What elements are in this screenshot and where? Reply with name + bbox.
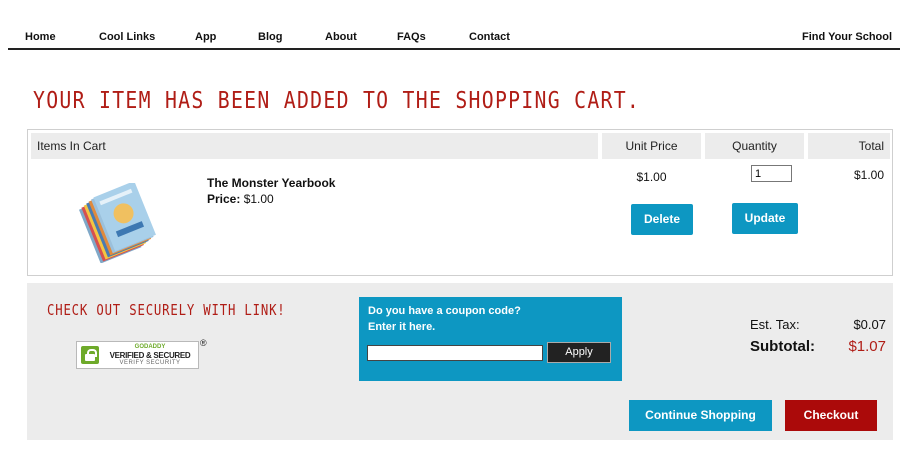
nav-find-your-school[interactable]: Find Your School — [802, 31, 892, 43]
page-title: Your item has been added to the shopping… — [33, 88, 641, 114]
product-price-label: Price: — [207, 192, 241, 206]
security-seal[interactable]: GODADDY VERIFIED & SECURED VERIFY SECURI… — [76, 341, 199, 369]
lock-icon — [81, 346, 99, 364]
registered-mark: ® — [200, 338, 207, 348]
nav-app[interactable]: App — [195, 31, 216, 43]
delete-button[interactable]: Delete — [631, 204, 693, 235]
nav-blog[interactable]: Blog — [258, 31, 282, 43]
seal-verify: VERIFY SECURITY — [119, 360, 181, 366]
coupon-instruction: Enter it here. — [368, 321, 436, 333]
quantity-input[interactable] — [751, 165, 792, 182]
header-unit-price: Unit Price — [602, 133, 701, 159]
apply-coupon-button[interactable]: Apply — [547, 342, 611, 363]
update-button[interactable]: Update — [732, 203, 798, 234]
product-name[interactable]: The Monster Yearbook — [207, 176, 335, 190]
total-value: $1.00 — [853, 168, 884, 182]
continue-shopping-button[interactable]: Continue Shopping — [629, 400, 772, 431]
est-tax-label: Est. Tax: — [750, 317, 800, 332]
nav-home[interactable]: Home — [25, 31, 56, 43]
checkout-panel: Check out securely with Link! GODADDY VE… — [27, 283, 893, 440]
nav-cool-links[interactable]: Cool Links — [99, 31, 155, 43]
header-total: Total — [808, 133, 890, 159]
seal-brand: GODADDY — [134, 344, 166, 350]
nav-faqs[interactable]: FAQs — [397, 31, 426, 43]
coupon-question: Do you have a coupon code? — [368, 305, 521, 317]
product-price: Price: $1.00 — [207, 192, 274, 206]
secure-checkout-title: Check out securely with Link! — [47, 301, 286, 319]
coupon-code-input[interactable] — [367, 345, 543, 361]
yearbook-stack-image — [78, 183, 156, 263]
subtotal-value: $1.07 — [848, 338, 886, 355]
coupon-box: Do you have a coupon code? Enter it here… — [359, 297, 622, 381]
unit-price-value: $1.00 — [636, 170, 667, 184]
top-nav: Home Cool Links App Blog About FAQs Cont… — [8, 0, 900, 50]
nav-about[interactable]: About — [325, 31, 357, 43]
checkout-button[interactable]: Checkout — [785, 400, 877, 431]
header-quantity: Quantity — [705, 133, 804, 159]
subtotal-label: Subtotal: — [750, 338, 815, 355]
cart-table: Items In Cart Unit Price Quantity Total … — [27, 129, 893, 276]
product-price-value: $1.00 — [243, 192, 274, 206]
nav-contact[interactable]: Contact — [469, 31, 510, 43]
header-items-in-cart: Items In Cart — [31, 133, 598, 159]
seal-verified: VERIFIED & SECURED — [109, 351, 191, 360]
est-tax-value: $0.07 — [853, 317, 886, 332]
